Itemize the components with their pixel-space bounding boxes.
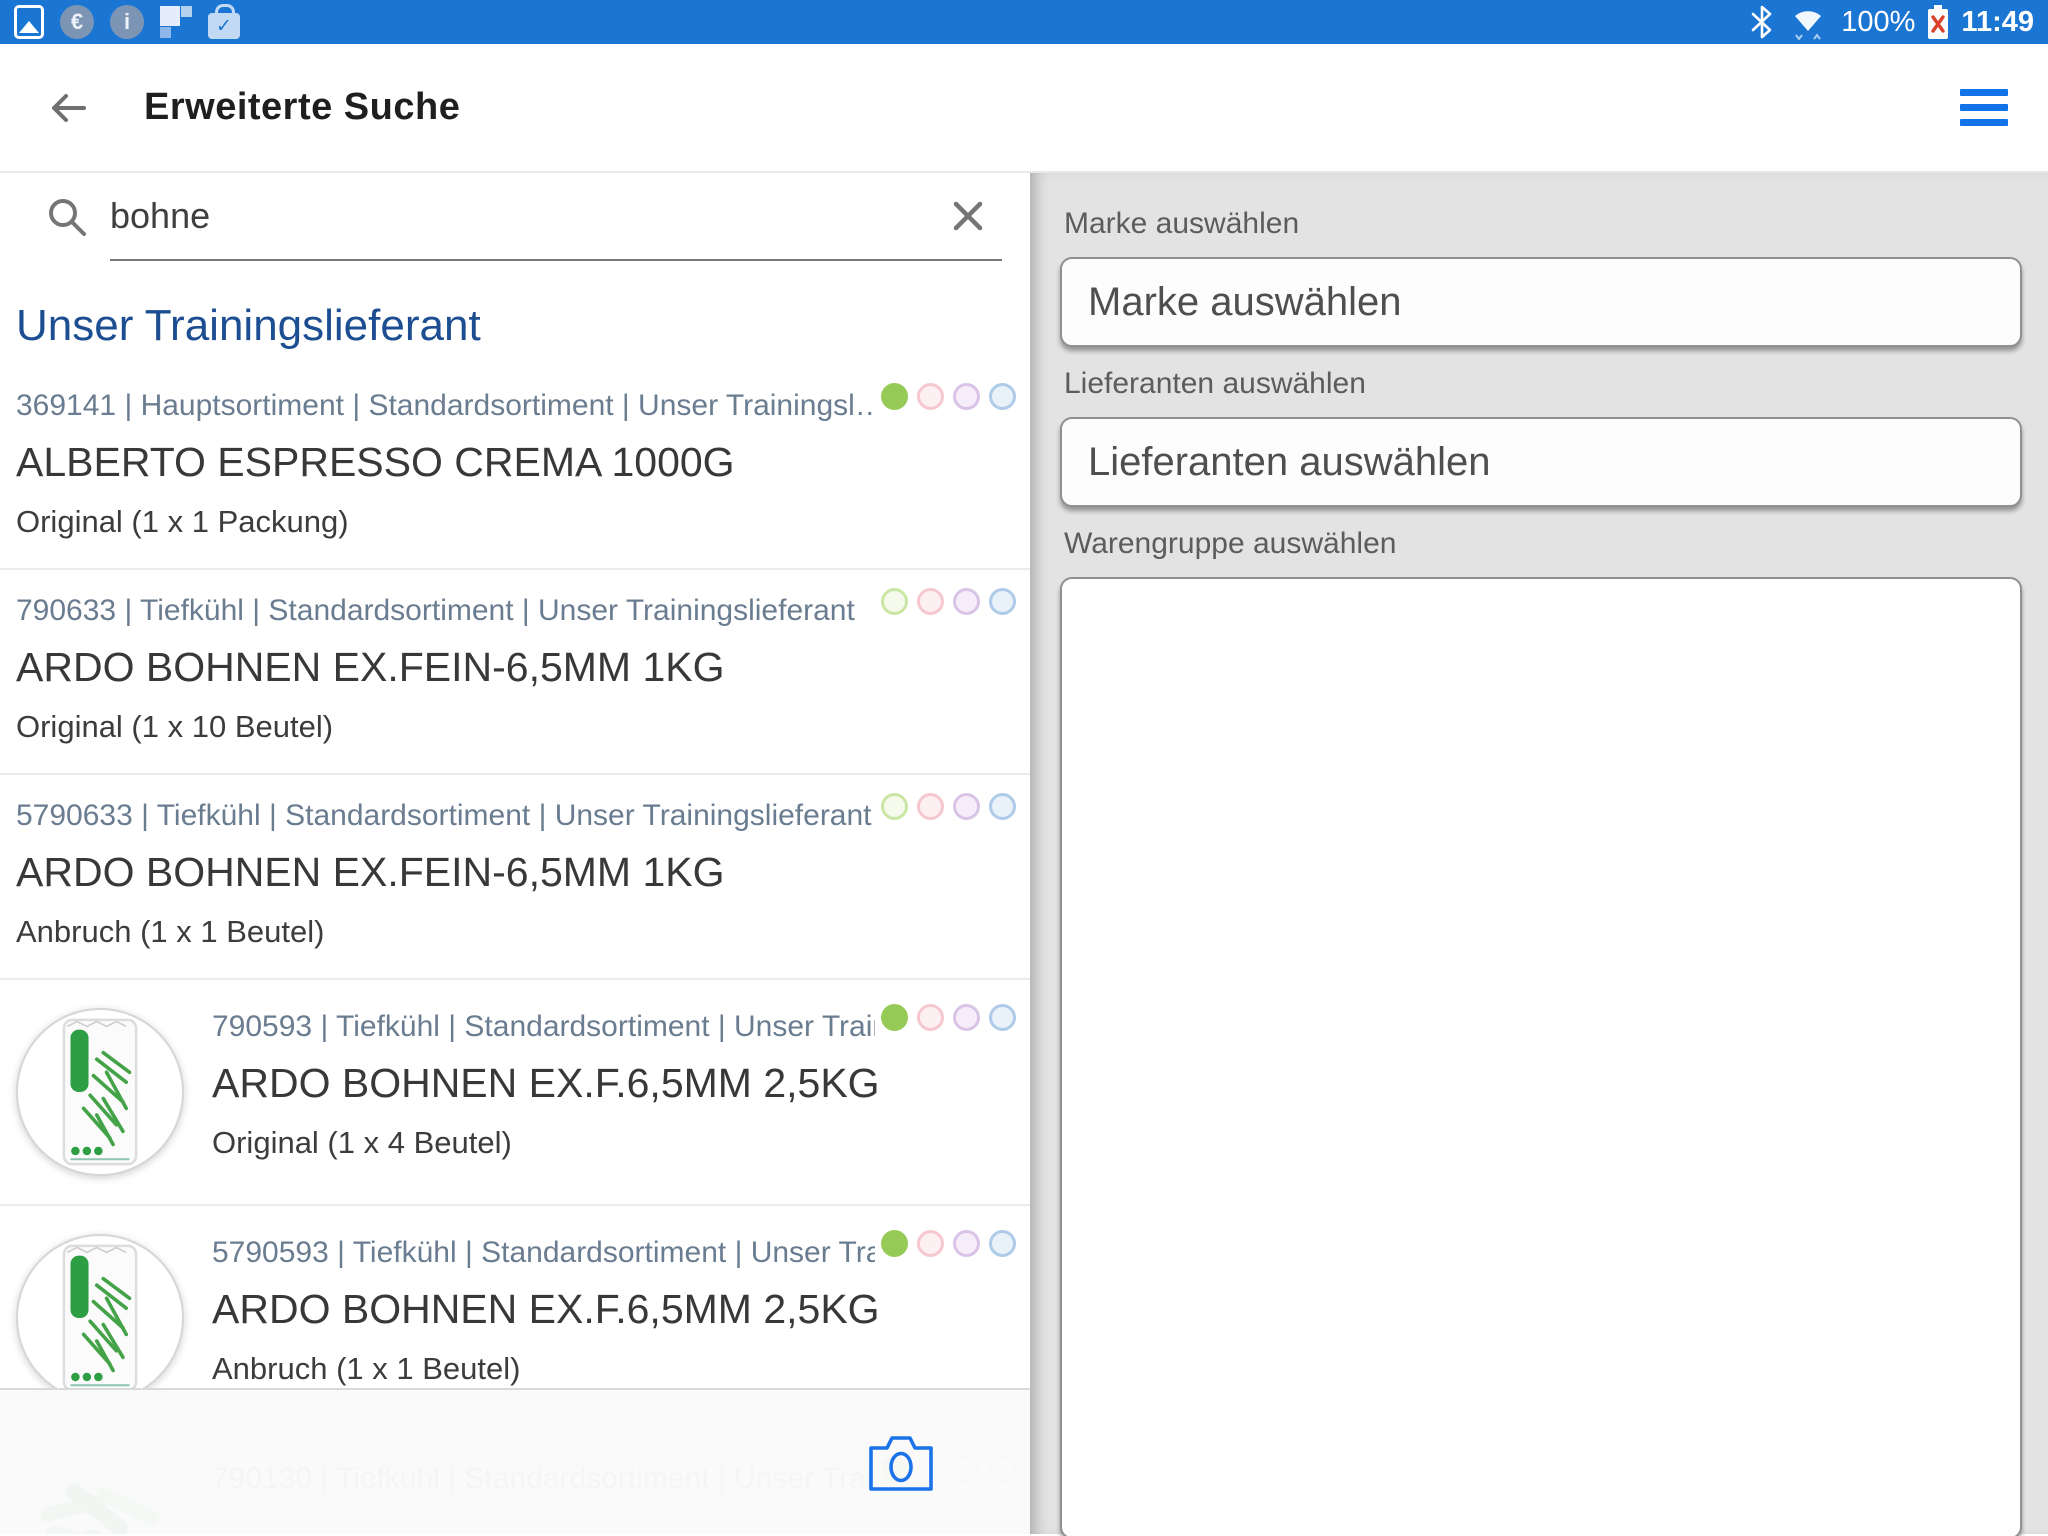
product-meta: 5790633 | Tiefkühl | Standardsortiment |… <box>16 799 875 833</box>
product-row[interactable]: 5790633 | Tiefkühl | Standardsortiment |… <box>0 775 1030 980</box>
clear-search-icon[interactable] <box>948 196 988 236</box>
product-title: ARDO BOHNEN EX.F.6,5MM 2,5KG <box>212 1060 1016 1107</box>
back-arrow-icon <box>46 86 90 130</box>
product-packaging: Anbruch (1 x 1 Beutel) <box>212 1351 1016 1387</box>
assortment-dot-purple-outline <box>953 793 980 820</box>
search-input[interactable] <box>110 195 948 237</box>
lieferanten-label: Lieferanten auswählen <box>1064 367 2022 401</box>
product-packaging: Original (1 x 10 Beutel) <box>16 709 1016 745</box>
assortment-dot-blue-outline <box>989 793 1016 820</box>
assortment-dot-purple-outline <box>953 1004 980 1031</box>
product-meta: 369141 | Hauptsortiment | Standardsortim… <box>16 389 875 423</box>
main-content: Unser Trainingslieferant 369141 | Haupts… <box>0 173 2048 1534</box>
assortment-dot-green-filled <box>881 1230 908 1257</box>
status-dots <box>881 588 1016 615</box>
assortment-dot-green-filled <box>881 1004 908 1031</box>
marke-select[interactable]: Marke auswählen <box>1060 257 2022 347</box>
product-title: ARDO BOHNEN EX.F.6,5MM 2,5KG <box>212 1286 1016 1333</box>
clock: 11:49 <box>1961 6 2034 39</box>
product-meta: 790593 | Tiefkühl | Standardsortiment | … <box>212 1010 875 1044</box>
product-title: ARDO BOHNEN EX.FEIN-6,5MM 1KG <box>16 849 1016 896</box>
assortment-dot-green-outline <box>881 793 908 820</box>
assortment-dot-purple-outline <box>953 588 980 615</box>
assortment-dot-pink-outline <box>917 1230 944 1257</box>
product-meta: 790633 | Tiefkühl | Standardsortiment | … <box>16 594 875 628</box>
shopping-bag-check-icon: ✓ <box>208 13 240 39</box>
assortment-dot-green-outline <box>881 588 908 615</box>
product-packaging: Original (1 x 4 Beutel) <box>212 1125 1016 1161</box>
status-dots <box>881 383 1016 410</box>
page-title: Erweiterte Suche <box>144 86 460 129</box>
marke-label: Marke auswählen <box>1064 207 2022 241</box>
product-photo-bean-package <box>16 1008 184 1176</box>
flipboard-icon <box>160 6 192 38</box>
product-title: ARDO BOHNEN EX.FEIN-6,5MM 1KG <box>16 644 1016 691</box>
assortment-dot-pink-outline <box>917 588 944 615</box>
marke-select-value: Marke auswählen <box>1088 280 1402 325</box>
info-icon: i <box>110 5 144 39</box>
back-button[interactable] <box>40 80 96 136</box>
assortment-dot-pink-outline <box>917 383 944 410</box>
camera-button[interactable] <box>868 1432 934 1492</box>
product-photo-bean-package <box>16 1234 184 1402</box>
status-indicators: 100% 11:49 <box>1749 4 2034 40</box>
product-row[interactable]: 790593 | Tiefkühl | Standardsortiment | … <box>0 980 1030 1206</box>
app-header: Erweiterte Suche <box>0 44 2048 173</box>
assortment-dot-pink-outline <box>917 1004 944 1031</box>
results-panel: Unser Trainingslieferant 369141 | Haupts… <box>0 173 1030 1534</box>
status-bar: € i ✓ 100% 11:49 <box>0 0 2048 44</box>
bottom-action-bar <box>0 1388 1030 1534</box>
product-title: ALBERTO ESPRESSO CREMA 1000G <box>16 439 1016 486</box>
euro-icon: € <box>60 5 94 39</box>
wifi-icon <box>1787 4 1829 40</box>
notification-icons: € i ✓ <box>14 5 240 39</box>
product-packaging: Anbruch (1 x 1 Beutel) <box>16 914 1016 950</box>
assortment-dot-blue-outline <box>989 1230 1016 1257</box>
assortment-dot-blue-outline <box>989 1004 1016 1031</box>
warengruppe-listbox[interactable] <box>1060 577 2022 1536</box>
assortment-dot-blue-outline <box>989 588 1016 615</box>
assortment-dot-purple-outline <box>953 1230 980 1257</box>
warengruppe-label: Warengruppe auswählen <box>1064 527 2022 561</box>
product-list: 369141 | Hauptsortiment | Standardsortim… <box>0 365 1030 1534</box>
hamburger-menu-button[interactable] <box>1960 89 2008 126</box>
status-dots <box>881 1004 1016 1031</box>
search-bar <box>0 173 1030 261</box>
product-meta: 5790593 | Tiefkühl | Standardsortiment |… <box>212 1236 875 1270</box>
product-row[interactable]: 369141 | Hauptsortiment | Standardsortim… <box>0 365 1030 570</box>
battery-percent: 100% <box>1841 6 1915 39</box>
lieferanten-select-value: Lieferanten auswählen <box>1088 440 1491 485</box>
status-dots <box>881 1230 1016 1257</box>
filter-panel: Marke auswählen Marke auswählen Lieferan… <box>1030 173 2048 1534</box>
supplier-link[interactable]: Unser Trainingslieferant <box>16 301 1014 351</box>
product-packaging: Original (1 x 1 Packung) <box>16 504 1016 540</box>
search-icon <box>44 194 90 240</box>
battery-icon <box>1927 4 1949 40</box>
lieferanten-select[interactable]: Lieferanten auswählen <box>1060 417 2022 507</box>
assortment-dot-green-filled <box>881 383 908 410</box>
search-field <box>110 173 1002 261</box>
product-row[interactable]: 790633 | Tiefkühl | Standardsortiment | … <box>0 570 1030 775</box>
screenshot-icon <box>14 5 44 39</box>
bluetooth-icon <box>1749 5 1775 39</box>
assortment-dot-pink-outline <box>917 793 944 820</box>
assortment-dot-purple-outline <box>953 383 980 410</box>
status-dots <box>881 793 1016 820</box>
assortment-dot-blue-outline <box>989 383 1016 410</box>
